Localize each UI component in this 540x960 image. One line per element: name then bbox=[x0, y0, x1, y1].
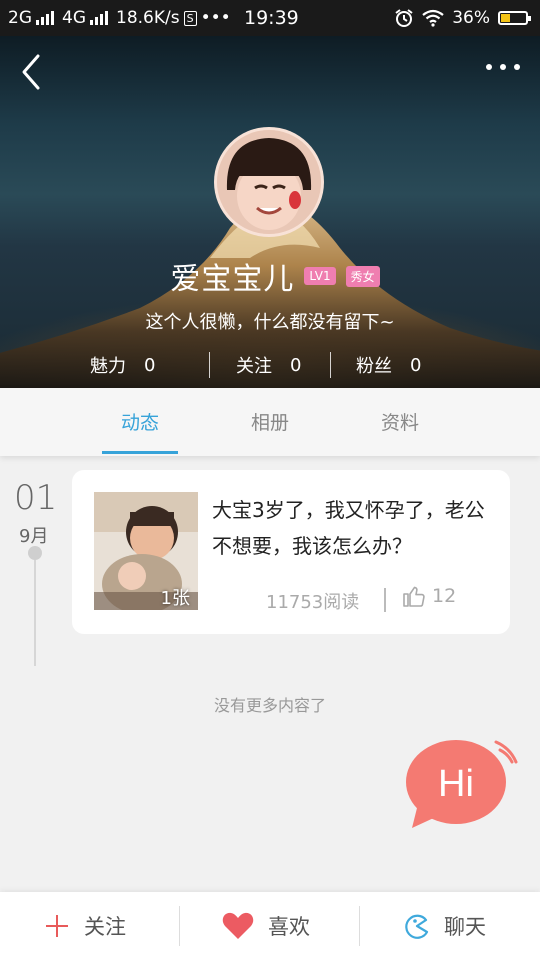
hi-chat-bubble-button[interactable]: Hi bbox=[404, 738, 522, 830]
chat-label: 聊天 bbox=[444, 915, 486, 939]
divider bbox=[179, 906, 180, 946]
like-count: 12 bbox=[432, 585, 457, 607]
divider bbox=[359, 906, 360, 946]
image-count: 1张 bbox=[160, 588, 190, 609]
stat-following[interactable]: 关注 0 bbox=[236, 352, 301, 378]
thumbs-up-icon bbox=[403, 586, 425, 607]
stat-divider bbox=[330, 352, 331, 378]
status-left: 2G 4G 18.6K/s S ••• bbox=[8, 0, 231, 36]
title-badge: 秀女 bbox=[345, 265, 380, 287]
timeline-month: 9月 bbox=[19, 526, 49, 547]
status-right: 36% bbox=[394, 0, 531, 36]
chat-button[interactable]: 聊天 bbox=[404, 892, 486, 960]
tab-profile-info[interactable]: 资料 bbox=[360, 388, 440, 456]
stat-value: 0 bbox=[290, 354, 302, 376]
follow-button[interactable]: 关注 bbox=[44, 892, 126, 960]
profile-bio: 这个人很懒，什么都没有留下~ bbox=[145, 312, 395, 333]
divider bbox=[384, 588, 386, 612]
post-card[interactable]: 1张 大宝3岁了，我又怀孕了，老公不想要，我该怎么办？ 11753阅读 12 bbox=[72, 470, 510, 634]
post-title: 大宝3岁了，我又怀孕了，老公不想要，我该怎么办？ bbox=[212, 498, 485, 558]
more-options-button[interactable] bbox=[486, 64, 520, 70]
follow-label: 关注 bbox=[84, 915, 126, 939]
profile-name: 爱宝宝儿 bbox=[170, 262, 295, 297]
tab-moments[interactable]: 动态 bbox=[100, 388, 180, 456]
network-4g-label: 4G bbox=[62, 8, 86, 28]
clock: 19:39 bbox=[244, 7, 299, 29]
avatar[interactable] bbox=[214, 127, 324, 237]
signal-icon bbox=[36, 11, 54, 25]
network-speed: 18.6K/s bbox=[116, 8, 180, 28]
name-row: 爱宝宝儿 LV1 秀女 bbox=[0, 254, 540, 298]
chat-icon bbox=[405, 914, 429, 939]
stat-divider bbox=[209, 352, 210, 378]
like-profile-button[interactable]: 喜欢 bbox=[222, 892, 310, 960]
heart-icon bbox=[222, 912, 254, 939]
battery-percent: 36% bbox=[452, 8, 490, 28]
status-bar: 2G 4G 18.6K/s S ••• 19:39 36% bbox=[0, 0, 540, 36]
battery-icon bbox=[498, 11, 531, 25]
no-more-content-text: 没有更多内容了 bbox=[213, 696, 326, 715]
post-thumbnail[interactable]: 1张 bbox=[94, 492, 198, 610]
stat-value: 0 bbox=[410, 354, 422, 376]
avatar-photo bbox=[217, 130, 321, 234]
alarm-icon bbox=[395, 9, 413, 27]
tab-album[interactable]: 相册 bbox=[230, 388, 310, 456]
stat-charm[interactable]: 魅力 0 bbox=[90, 352, 155, 378]
profile-tabs: 动态 相册 资料 bbox=[0, 388, 540, 456]
post-read-count: 11753阅读 bbox=[266, 592, 360, 613]
stat-label: 关注 bbox=[236, 356, 272, 377]
signal-icon-2 bbox=[90, 11, 108, 25]
stat-fans[interactable]: 粉丝 0 bbox=[356, 352, 421, 378]
more-notifications-icon: ••• bbox=[200, 8, 231, 28]
hi-text: Hi bbox=[438, 763, 474, 805]
level-badge: LV1 bbox=[304, 267, 336, 285]
plus-icon bbox=[46, 915, 68, 937]
back-button[interactable] bbox=[14, 52, 54, 92]
network-2g-label: 2G bbox=[8, 8, 32, 28]
timeline-day: 01 bbox=[14, 478, 58, 518]
stat-value: 0 bbox=[144, 354, 156, 376]
bottom-action-bar: 关注 喜欢 聊天 bbox=[0, 892, 540, 960]
like-label: 喜欢 bbox=[268, 915, 310, 939]
timeline-dot bbox=[28, 546, 42, 560]
timeline-line bbox=[34, 560, 36, 666]
like-button[interactable]: 12 bbox=[402, 584, 456, 608]
stat-label: 魅力 bbox=[90, 356, 126, 377]
wifi-icon bbox=[422, 9, 444, 27]
stat-label: 粉丝 bbox=[356, 356, 392, 377]
profile-header: 爱宝宝儿 LV1 秀女 这个人很懒，什么都没有留下~ 魅力 0 关注 0 粉丝 … bbox=[0, 36, 540, 388]
s-notification-icon: S bbox=[183, 10, 197, 26]
